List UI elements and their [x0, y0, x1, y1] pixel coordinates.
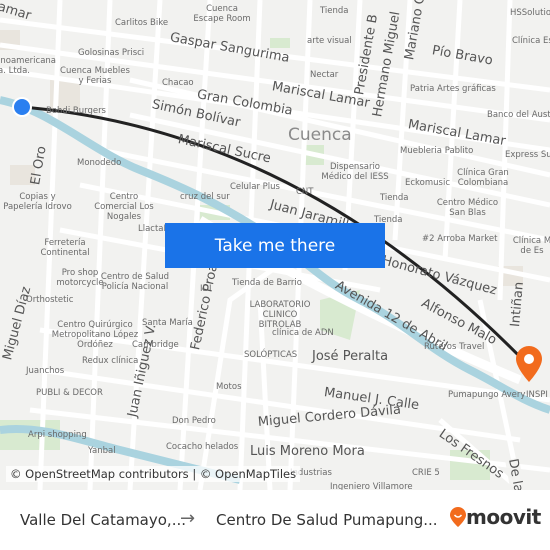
poi-label: Monodedo — [77, 158, 122, 168]
map[interactable]: amar Carlitos Bike Cuenca Escape Room Ti… — [0, 0, 550, 490]
poi-label: Patria Artes gráficas — [410, 84, 496, 94]
poi-label: Ferretería Continental — [40, 238, 90, 258]
poi-label: SOLÓPTICAS — [244, 350, 298, 360]
poi-label: HSSolutio — [510, 8, 550, 18]
poi-label: Celular Plus — [230, 182, 280, 192]
poi-label: Tienda — [380, 193, 409, 203]
poi-label: Centro Comercial Los Nogales — [94, 192, 154, 222]
poi-label: Centro de Salud Policía Nacional — [100, 272, 170, 292]
poi-label: Nectar — [310, 70, 339, 80]
poi-label: Yanbal — [88, 446, 116, 456]
street-label: Luis Moreno Mora — [250, 444, 365, 459]
poi-label: Centro Médico San Blas — [436, 198, 499, 218]
take-me-there-button[interactable]: Take me there — [165, 223, 385, 268]
poi-label: Banco del Aust — [487, 110, 550, 120]
poi-label: Redux clínica — [82, 356, 139, 366]
poi-label: Copias y Papelería Idrovo — [3, 192, 72, 212]
poi-label: Cuenca Escape Room — [193, 4, 251, 24]
poi-label: Tienda — [320, 6, 349, 16]
street-label: José Peralta — [312, 349, 389, 364]
origin-marker[interactable] — [12, 97, 32, 117]
poi-label: Arpi shopping — [28, 430, 87, 440]
poi-label: clínica de ADN — [272, 328, 334, 338]
poi-label: Cocacho helados — [166, 442, 239, 452]
poi-label: Clínica M de Es — [512, 236, 550, 256]
origin-name: Valle Del Catamayo,... — [20, 511, 187, 529]
poi-label: Dispensario Médico del IESS — [321, 162, 389, 182]
poi-label: Cuenca Muebles y Ferias — [60, 66, 130, 86]
poi-label: Motos — [216, 382, 242, 392]
arrow-right-icon: → — [180, 508, 196, 529]
poi-label: Ingeniero Villamore — [330, 482, 413, 490]
city-label: Cuenca — [288, 125, 352, 145]
brand-name: moovit — [466, 505, 541, 529]
poi-label: arte visual — [307, 36, 352, 46]
moovit-logo: moovit — [450, 505, 541, 529]
poi-label: CNT — [296, 187, 314, 197]
poi-label: #2 Arroba Market — [422, 234, 498, 244]
poi-label: inoamericana a. Ltda. — [0, 56, 57, 76]
destination-name: Centro De Salud Pumapung... — [216, 511, 438, 529]
poi-label: Pumapungo Avery — [448, 390, 526, 400]
poi-label: CRIE 5 — [412, 468, 440, 478]
poi-label: Clínica Gran Colombiana — [457, 168, 509, 188]
poi-label: PUBLI & DECOR — [36, 388, 103, 398]
poi-label: Ruteros Travel — [424, 342, 485, 352]
poi-label: Tienda de Barrio — [232, 278, 302, 288]
poi-label: INSPI — [526, 390, 548, 400]
poi-label: Clínica Esp — [512, 36, 550, 46]
poi-label: cruz del sur — [180, 192, 230, 202]
poi-label: LABORATORIO CLINICO BITROLAB — [249, 300, 311, 330]
poi-label: Muebleria Pablito — [400, 146, 474, 156]
poi-label: Golosinas Prisci — [78, 48, 145, 58]
poi-label: Eckomusic — [405, 178, 450, 188]
poi-label: Chacao — [162, 78, 194, 88]
poi-label: Don Pedro — [172, 416, 216, 426]
street-label: Intiñan — [508, 281, 527, 328]
moovit-pin-icon — [450, 507, 466, 527]
poi-label: Juanchos — [26, 366, 65, 376]
map-pin-icon — [516, 346, 542, 382]
poi-label: Centro Quirúrgico Metropolitano López Or… — [51, 320, 139, 350]
route-footer: Valle Del Catamayo,... → Centro De Salud… — [0, 490, 550, 550]
map-attribution[interactable]: © OpenStreetMap contributors | © OpenMap… — [6, 466, 301, 482]
poi-label: Carlitos Bike — [115, 18, 169, 28]
poi-label: Orthostetic — [26, 295, 74, 305]
poi-label: Bohdi Burgers — [46, 106, 106, 116]
poi-label: Express Su — [505, 150, 550, 160]
